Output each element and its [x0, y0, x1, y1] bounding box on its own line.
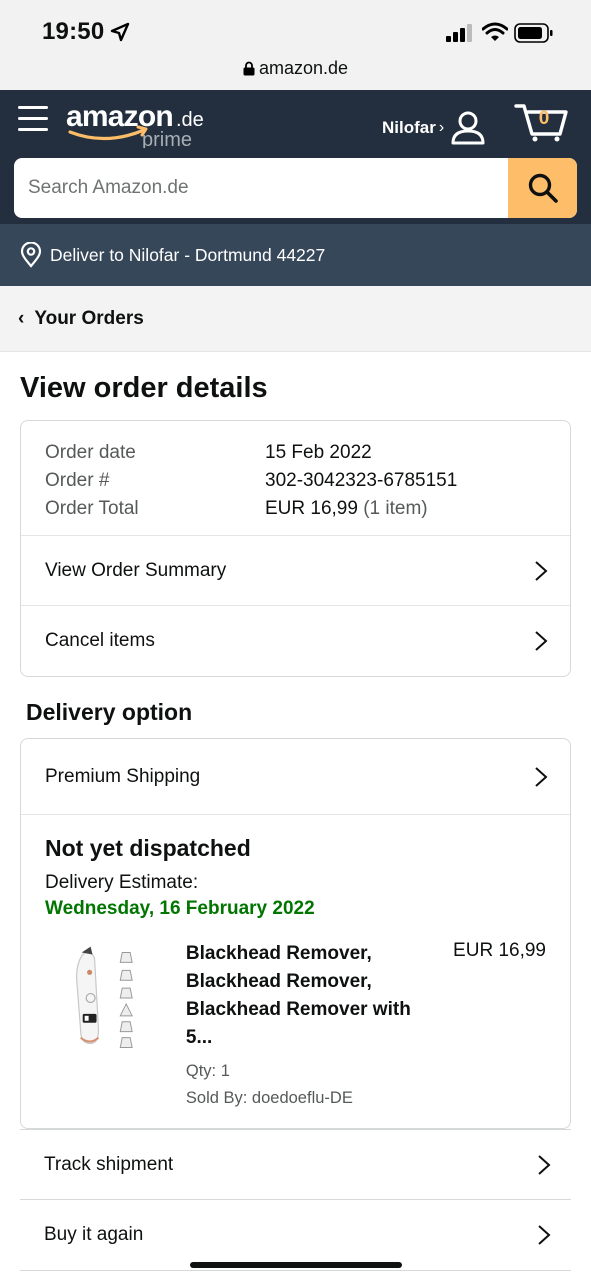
buy-it-again-label: Buy it again: [44, 1224, 144, 1245]
order-info-card: Order date 15 Feb 2022 Order # 302-30423…: [20, 420, 571, 677]
order-item: Blackhead Remover, Blackhead Remover, Bl…: [45, 940, 546, 1112]
order-date-label: Order date: [45, 442, 136, 463]
breadcrumb-label: Your Orders: [34, 307, 144, 329]
shipment-card: Premium Shipping Not yet dispatched Deli…: [20, 738, 571, 1129]
order-date-row: Order date 15 Feb 2022: [45, 439, 546, 467]
site-header: amazon .de prime Nilofar › 0: [0, 90, 591, 224]
search-input[interactable]: [14, 158, 508, 218]
search-bar: [14, 158, 577, 218]
buy-it-again-link[interactable]: Buy it again: [20, 1200, 571, 1271]
delivery-estimate-date: Wednesday, 16 February 2022: [45, 898, 315, 919]
cart-count: 0: [539, 108, 550, 129]
user-icon: [451, 111, 485, 145]
view-order-summary-link[interactable]: View Order Summary: [21, 536, 570, 606]
cart-icon[interactable]: 0: [514, 100, 570, 142]
home-indicator[interactable]: [190, 1262, 402, 1268]
item-seller: Sold By: doedoeflu-DE: [185, 1089, 353, 1107]
url-text: amazon.de: [258, 58, 349, 78]
page-title: View order details: [20, 372, 268, 404]
premium-shipping-link[interactable]: Premium Shipping: [21, 739, 570, 815]
order-total-row: Order Total EUR 16,99 (1 item): [45, 495, 546, 523]
cancel-items-label: Cancel items: [45, 630, 155, 651]
order-date-value: 15 Feb 2022: [265, 442, 372, 463]
chevron-right-icon: [535, 631, 548, 651]
order-actions-list: Track shipment Buy it again: [20, 1129, 571, 1271]
item-quantity: Qty: 1: [185, 1062, 230, 1080]
hamburger-menu-icon[interactable]: [18, 106, 48, 134]
item-meta: Qty: 1 Sold By: doedoeflu-DE: [186, 1058, 439, 1112]
wifi-icon: [482, 22, 508, 41]
signal-icon: [446, 24, 472, 42]
order-info: Order date 15 Feb 2022 Order # 302-30423…: [21, 421, 570, 536]
dispatch-section: Not yet dispatched Delivery Estimate: We…: [21, 815, 570, 1128]
item-price: EUR 16,99: [453, 940, 546, 961]
view-order-summary-label: View Order Summary: [45, 559, 227, 581]
status-bar: 19:50 amazon.de: [0, 0, 591, 90]
order-number-row: Order # 302-3042323-6785151: [45, 467, 546, 495]
battery-icon: [514, 23, 553, 43]
deliver-to-bar[interactable]: Deliver to Nilofar - Dortmund 44227: [0, 224, 591, 286]
amazon-logo[interactable]: amazon .de prime: [66, 100, 216, 148]
item-details: Blackhead Remover, Blackhead Remover, Bl…: [186, 940, 439, 1112]
chevron-right-icon: [538, 1154, 551, 1175]
url-bar[interactable]: amazon.de: [0, 58, 591, 79]
account-button[interactable]: Nilofar ›: [382, 110, 486, 146]
chevron-right-icon: ›: [438, 119, 445, 136]
order-total-amount: EUR 16,99: [265, 498, 358, 519]
track-shipment-label: Track shipment: [44, 1153, 174, 1175]
chevron-left-icon: ‹: [18, 307, 25, 329]
order-number-value: 302-3042323-6785151: [265, 470, 458, 491]
track-shipment-link[interactable]: Track shipment: [20, 1129, 571, 1200]
product-image[interactable]: [55, 940, 154, 1060]
location-pin-icon: [20, 242, 42, 268]
order-item-count: (1 item): [357, 498, 428, 519]
cancel-items-link[interactable]: Cancel items: [21, 606, 570, 676]
svg-text:.de: .de: [176, 109, 204, 131]
delivery-estimate-label: Delivery Estimate:: [45, 872, 199, 893]
premium-shipping-label: Premium Shipping: [45, 765, 201, 787]
item-title-link[interactable]: Blackhead Remover, Blackhead Remover, Bl…: [186, 940, 439, 1052]
order-total-label: Order Total: [45, 498, 139, 519]
chevron-right-icon: [535, 560, 548, 581]
search-icon: [528, 173, 558, 203]
delivery-option-heading: Delivery option: [26, 699, 193, 725]
deliver-to-text: Deliver to Nilofar - Dortmund 44227: [50, 244, 326, 265]
search-button[interactable]: [508, 158, 577, 218]
chevron-right-icon: [538, 1225, 551, 1245]
svg-text:prime: prime: [142, 129, 192, 148]
breadcrumb[interactable]: ‹ Your Orders: [0, 286, 591, 352]
order-total-value: EUR 16,99 (1 item): [265, 495, 428, 523]
chevron-right-icon: [535, 766, 548, 787]
lock-icon: [243, 61, 255, 76]
account-name: Nilofar: [382, 118, 436, 137]
clock: 19:50: [42, 18, 105, 45]
order-number-label: Order #: [45, 470, 110, 491]
location-arrow-icon: [110, 22, 130, 42]
dispatch-status: Not yet dispatched: [45, 835, 251, 861]
